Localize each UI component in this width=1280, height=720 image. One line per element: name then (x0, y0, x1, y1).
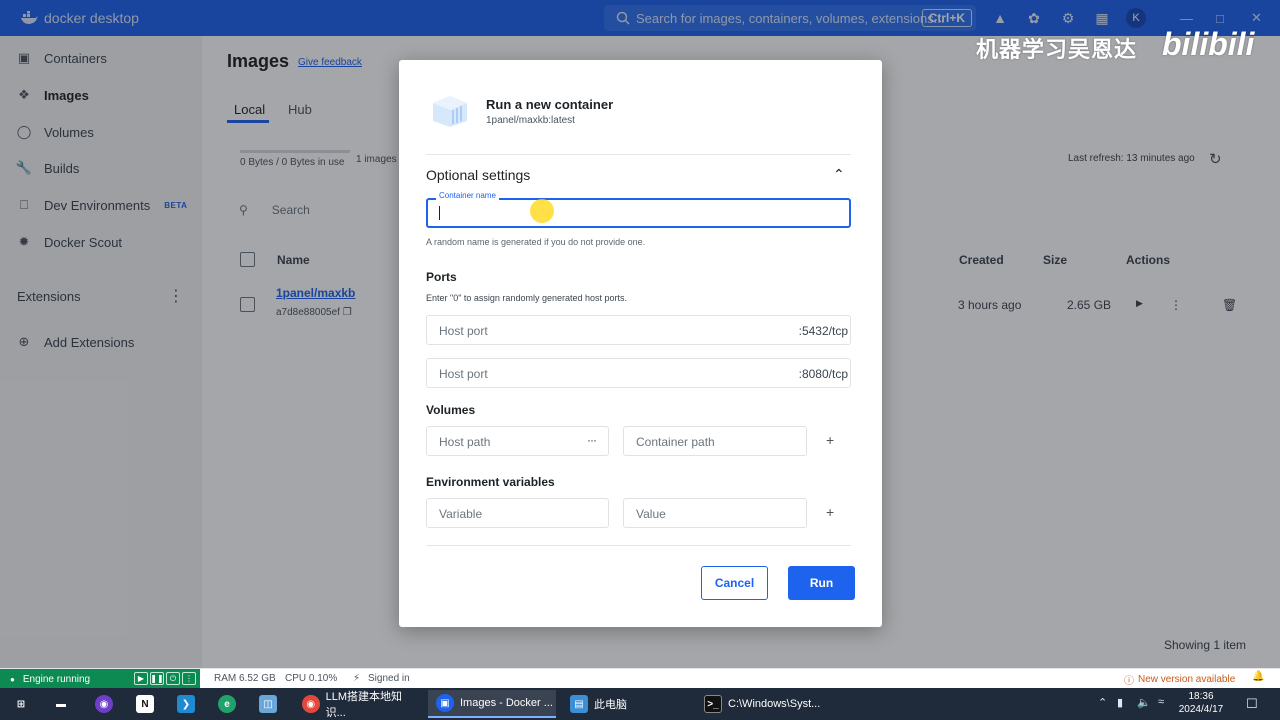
task-view-button[interactable]: ▬ (52, 690, 70, 718)
more-vertical-icon[interactable]: ⋮ (182, 672, 196, 685)
start-button[interactable]: ⊞ (12, 690, 30, 718)
windows-taskbar: ⊞ ▬ ◉ N ❯ e ◫ ◉ LLM搭建本地知识... ▣ Images - … (0, 688, 1280, 720)
browse-ellipsis-icon[interactable]: ··· (587, 433, 597, 447)
container-name-input[interactable] (438, 204, 738, 222)
cmd-icon: >_ (704, 695, 722, 713)
engine-status-text: Engine running (22, 673, 91, 685)
container-path-field[interactable]: Container path (623, 426, 807, 456)
taskbar-app-label: C:\Windows\Syst... (728, 698, 821, 710)
plug-icon: ⚡ (353, 673, 361, 684)
container-name-help: A random name is generated if you do not… (426, 237, 646, 247)
status-bar: ● Engine running ▶ ❚❚ ⏻ ⋮ RAM 6.52 GB CP… (0, 668, 1280, 689)
cancel-button[interactable]: Cancel (701, 566, 768, 600)
container-cube-icon (433, 96, 467, 127)
dialog-title: Run a new container (486, 97, 614, 112)
taskbar-app-label: LLM搭建本地知识... (325, 691, 402, 719)
signed-in-status: Signed in (368, 673, 410, 684)
container-name-field[interactable]: Container name (426, 191, 851, 228)
wifi-icon[interactable]: ≈ (1158, 696, 1164, 708)
container-port-5432: :5432/tcp (798, 324, 848, 338)
vscode-icon: ❯ (177, 695, 195, 713)
taskbar-app-chrome[interactable]: ◉ LLM搭建本地知识... (298, 690, 420, 719)
optional-settings-title[interactable]: Optional settings (426, 167, 530, 183)
clock-date: 2024/4/17 (1178, 704, 1224, 715)
taskbar-app-label: 此电脑 (594, 699, 627, 711)
pause-icon[interactable]: ❚❚ (150, 672, 164, 685)
whale-status-icon: ● (10, 674, 15, 684)
new-version-notice[interactable]: ⓘ New version available (1124, 672, 1235, 687)
value-field[interactable]: Value (623, 498, 807, 528)
chevron-up-icon[interactable]: ⌃ (833, 166, 845, 183)
ports-title: Ports (426, 270, 457, 284)
docker-icon: ▣ (436, 694, 454, 712)
divider (426, 154, 851, 155)
run-button[interactable]: Run (788, 566, 855, 600)
taskbar-app-cmd[interactable]: >_ C:\Windows\Syst... (700, 690, 826, 718)
notion-button[interactable]: N (136, 690, 154, 718)
clock-time: 18:36 (1188, 691, 1214, 702)
cpu-usage: CPU 0.10% (285, 673, 338, 684)
ram-usage: RAM 6.52 GB (214, 673, 276, 684)
files-icon: ◫ (259, 695, 277, 713)
taskbar-app-docker[interactable]: ▣ Images - Docker ... (428, 690, 556, 718)
battery-icon[interactable]: ▮ (1117, 696, 1123, 709)
host-path-placeholder: Host path (439, 435, 491, 449)
taskbar-app-label: Images - Docker ... (460, 697, 553, 709)
bilibili-logo: bilibili (1162, 26, 1255, 62)
notion-icon: N (136, 695, 154, 713)
github-desktop-button[interactable]: ◉ (95, 690, 113, 718)
notification-center-icon[interactable]: ☐ (1246, 696, 1258, 712)
container-name-label: Container name (436, 191, 499, 200)
new-version-text: New version available (1138, 674, 1236, 685)
add-env-variable-icon[interactable]: + (826, 504, 834, 520)
info-icon: ⓘ (1124, 676, 1134, 687)
chevron-up-icon[interactable]: ⌃ (1098, 696, 1107, 709)
volumes-title: Volumes (426, 403, 476, 417)
text-caret (439, 206, 440, 220)
run-container-dialog: Run a new container 1panel/maxkb:latest … (399, 60, 882, 627)
container-path-placeholder: Container path (636, 435, 715, 449)
power-icon[interactable]: ⏻ (166, 672, 180, 685)
host-path-field[interactable]: Host path ··· (426, 426, 609, 456)
speaker-icon[interactable]: 🔈 (1137, 696, 1151, 709)
notification-bell-icon[interactable]: 🔔 (1252, 671, 1264, 682)
files-button[interactable]: ◫ (259, 690, 277, 718)
dialog-image-name: 1panel/maxkb:latest (486, 115, 575, 126)
vscode-button[interactable]: ❯ (177, 690, 195, 718)
mouse-cursor-highlight (530, 199, 554, 223)
variable-field[interactable]: Variable (426, 498, 609, 528)
watermark-text: 机器学习吴恩达 (976, 37, 1138, 62)
edge-icon: e (218, 695, 236, 713)
variable-placeholder: Variable (439, 507, 483, 521)
taskbar-app-this-pc[interactable]: ▤ 此电脑 (566, 690, 686, 718)
host-port-placeholder: Host port (439, 324, 488, 338)
value-placeholder: Value (636, 507, 666, 521)
host-port-field-5432[interactable]: Host port :5432/tcp (426, 315, 851, 345)
ports-help: Enter "0" to assign randomly generated h… (426, 293, 628, 303)
add-volume-icon[interactable]: + (826, 432, 834, 448)
windows-logo-icon: ⊞ (16, 698, 26, 710)
host-port-placeholder: Host port (439, 367, 488, 381)
chrome-icon: ◉ (302, 695, 320, 713)
environment-variables-title: Environment variables (426, 475, 555, 489)
divider (426, 545, 851, 546)
task-view-icon: ▬ (56, 698, 66, 710)
system-clock[interactable]: 18:36 2024/4/17 (1178, 690, 1224, 716)
host-port-field-8080[interactable]: Host port :8080/tcp (426, 358, 851, 388)
github-icon: ◉ (95, 695, 113, 713)
edge-button[interactable]: e (218, 690, 236, 718)
container-port-8080: :8080/tcp (798, 367, 848, 381)
this-pc-icon: ▤ (570, 695, 588, 713)
play-icon[interactable]: ▶ (134, 672, 148, 685)
engine-status: ● Engine running ▶ ❚❚ ⏻ ⋮ (0, 669, 200, 689)
